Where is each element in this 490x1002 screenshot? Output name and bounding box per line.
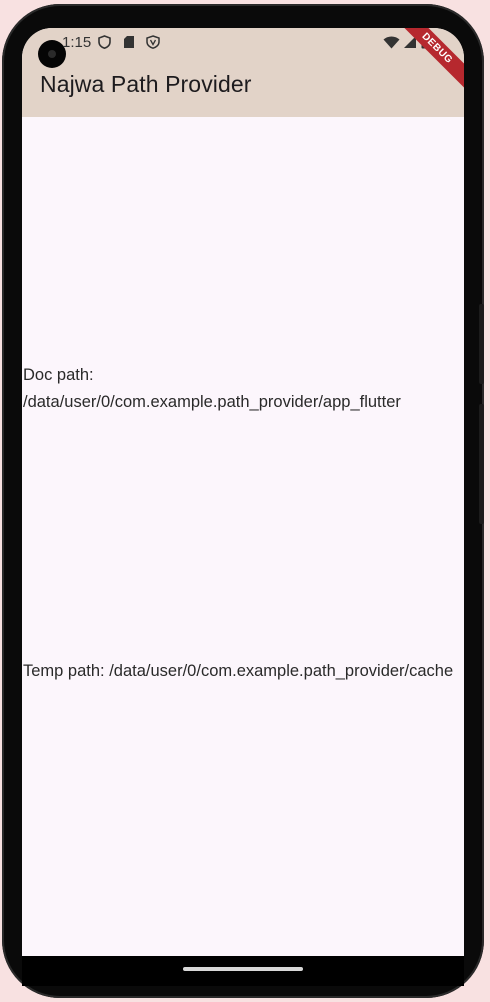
- status-bar: 1:15: [22, 28, 464, 68]
- app-title: Najwa Path Provider: [40, 71, 252, 97]
- app-bar: 1:15 Najwa Path Provider: [22, 28, 464, 117]
- vpn-shield-icon: [97, 35, 111, 49]
- navigation-bar: [22, 956, 464, 986]
- protect-icon: [146, 35, 160, 49]
- home-indicator[interactable]: [183, 967, 303, 971]
- app-screen: 1:15 Najwa Path Provider DEBUG Doc path:…: [22, 28, 464, 956]
- sd-card-icon: [122, 35, 136, 49]
- temp-path-text: Temp path: /data/user/0/com.example.path…: [23, 662, 454, 680]
- wifi-icon: [383, 35, 400, 49]
- power-button: [479, 404, 484, 524]
- status-time: 1:15: [62, 34, 92, 51]
- doc-path-text: Doc path: /data/user/0/com.example.path_…: [23, 366, 401, 411]
- volume-button: [479, 304, 484, 384]
